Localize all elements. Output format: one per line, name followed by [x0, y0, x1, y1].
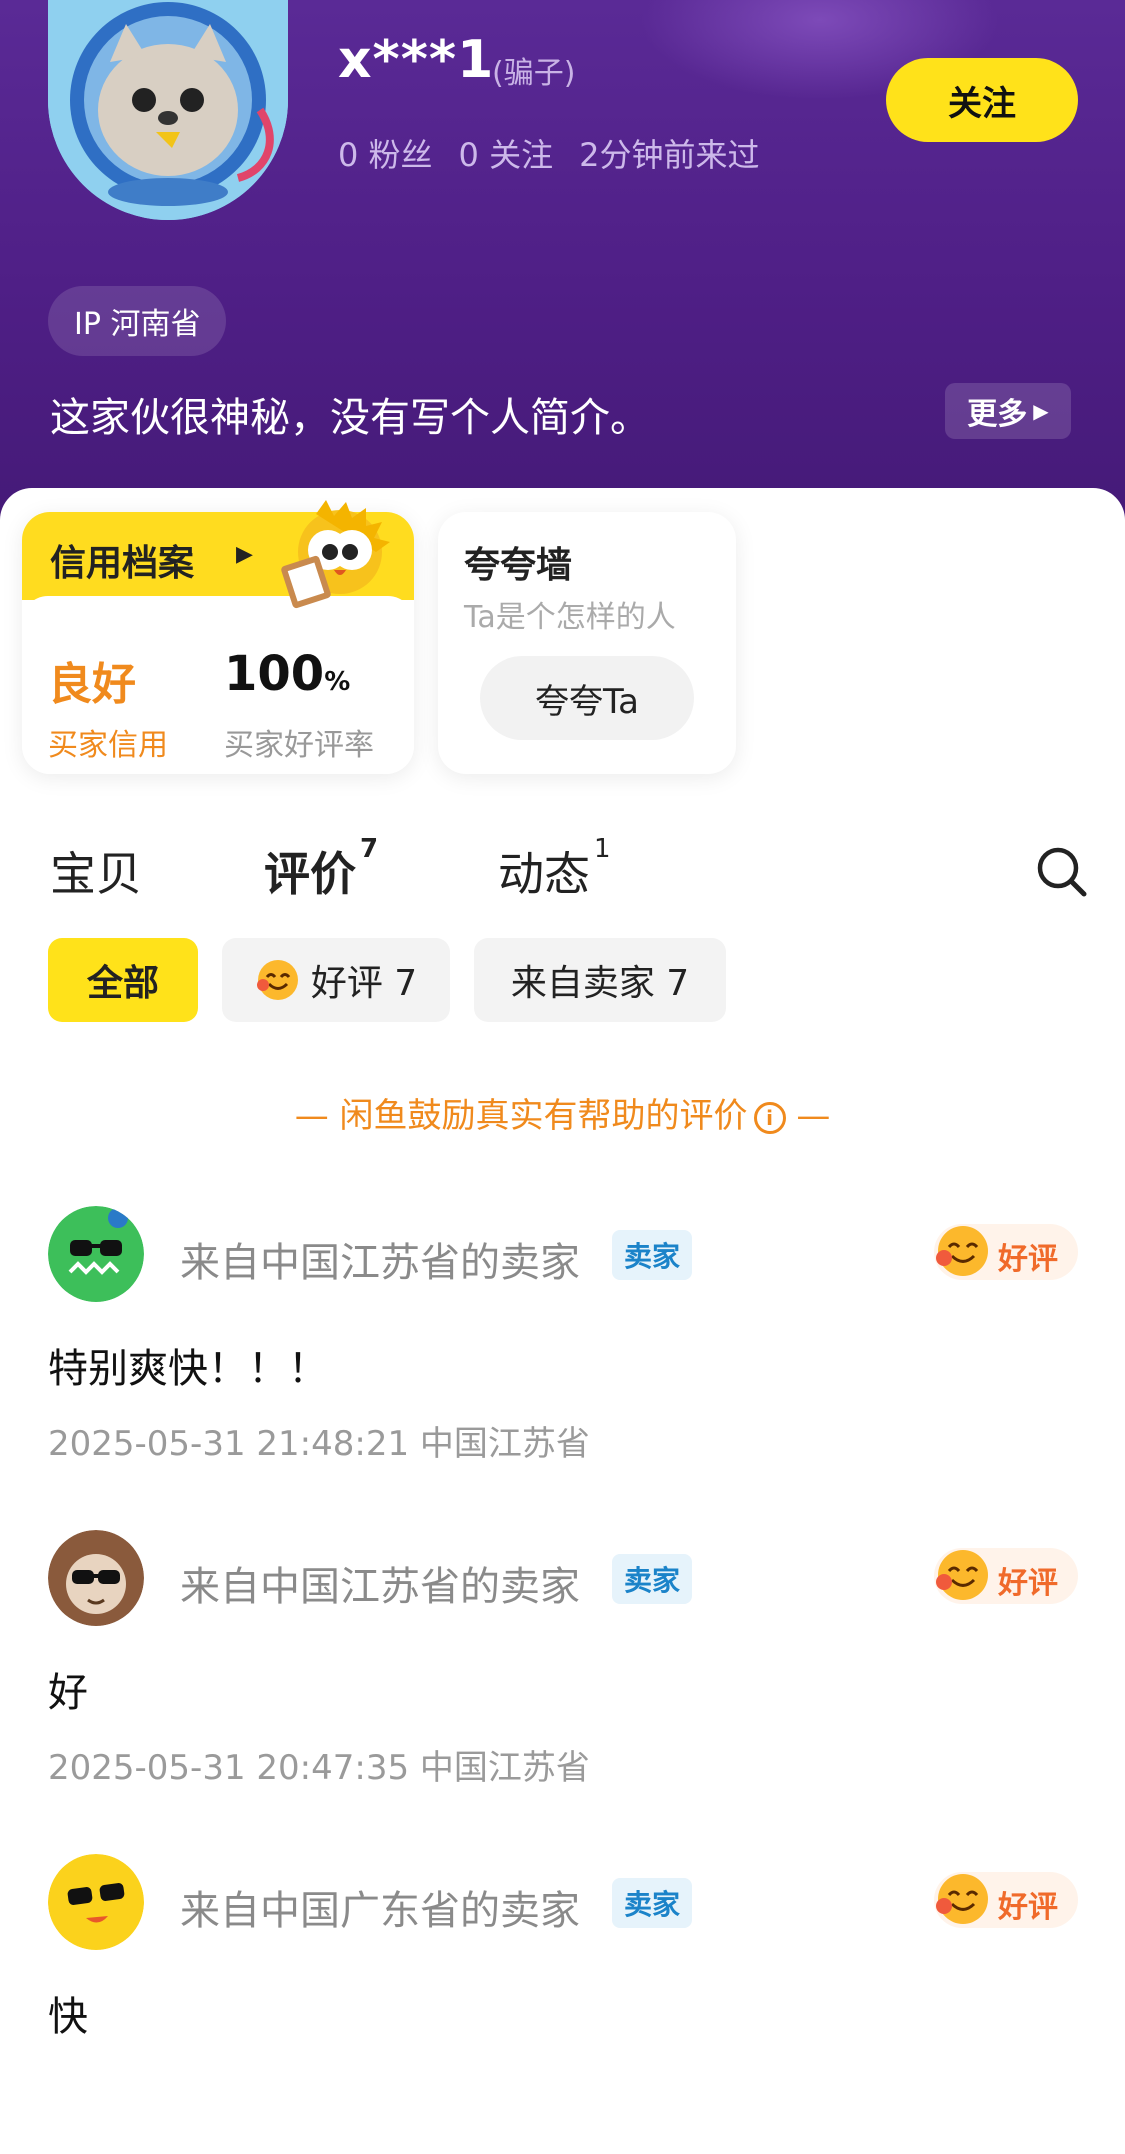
fans-count[interactable]: 0 粉丝 [338, 130, 433, 176]
rating-badge: 好评 [934, 1224, 1078, 1280]
review-notice: — 闲鱼鼓励真实有帮助的评价 i — [294, 1096, 831, 1136]
search-icon[interactable] [1034, 844, 1090, 900]
avatar[interactable] [48, 0, 288, 220]
filter-from-seller[interactable]: 来自卖家 7 [474, 938, 726, 1022]
credit-title: 信用档案 [50, 543, 195, 584]
smile-face-icon [936, 1226, 988, 1276]
review-meta: 2025-05-31 20:47:35 中国江苏省 [48, 1748, 590, 1788]
praise-subtitle: Ta是个怎样的人 [464, 600, 676, 635]
username-note: (骗子) [492, 56, 576, 91]
review-text: 特别爽快！！！ [48, 1346, 328, 1392]
profile-tabs: 宝贝 评价 7 动态 1 [0, 834, 1125, 918]
smile-face-icon [936, 1550, 988, 1600]
following-count[interactable]: 0 关注 [459, 130, 554, 176]
reviewer-avatar[interactable] [48, 1854, 144, 1950]
filter-positive[interactable]: 好评 7 [222, 938, 450, 1022]
positive-rate: 100% [224, 646, 351, 702]
rating-label: 好评 [998, 1890, 1058, 1925]
positive-rate-label: 买家好评率 [224, 728, 374, 763]
mascot-icon [281, 500, 390, 609]
last-seen: 2分钟前来过 [579, 136, 760, 174]
more-button[interactable]: 更多 ▶ [945, 383, 1071, 439]
review-text: 好 [48, 1670, 88, 1716]
more-label: 更多 [967, 397, 1028, 432]
reviewer-origin: 来自中国江苏省的卖家 [180, 1564, 580, 1610]
review-item: 来自中国广东省的卖家 卖家 好评 快 [0, 1854, 1125, 2154]
tab-moments[interactable]: 动态 1 [498, 834, 611, 904]
praise-title: 夸夸墙 [464, 545, 573, 586]
reviewer-avatar[interactable] [48, 1530, 144, 1626]
profile-stats: 0 粉丝 0 关注 2分钟前来过 [338, 130, 759, 176]
filter-all[interactable]: 全部 [48, 938, 198, 1022]
praise-wall-card: 夸夸墙 Ta是个怎样的人 夸夸Ta [438, 512, 736, 774]
credit-card-body: 良好 买家信用 100% 买家好评率 [22, 596, 414, 774]
review-text: 快 [48, 1994, 88, 2040]
credit-level-label: 买家信用 [48, 728, 168, 763]
rating-label: 好评 [998, 1242, 1058, 1277]
praise-button[interactable]: 夸夸Ta [480, 656, 694, 740]
caret-right-icon: ▶ [1033, 399, 1049, 423]
rating-label: 好评 [998, 1566, 1058, 1601]
reviewer-origin: 来自中国广东省的卖家 [180, 1888, 580, 1934]
follow-button[interactable]: 关注 [886, 58, 1078, 142]
reviewer-avatar[interactable] [48, 1206, 144, 1302]
caret-right-icon: ▶ [236, 542, 253, 567]
seller-badge: 卖家 [612, 1230, 693, 1280]
profile-bio: 这家伙很神秘，没有写个人简介。 [50, 395, 650, 441]
rating-badge: 好评 [934, 1872, 1078, 1928]
smile-face-icon [256, 960, 298, 1000]
tab-reviews[interactable]: 评价 7 [264, 834, 378, 904]
rating-badge: 好评 [934, 1548, 1078, 1604]
smile-face-icon [936, 1874, 988, 1924]
info-icon[interactable]: i [753, 1101, 786, 1134]
review-item: 来自中国江苏省的卖家 卖家 好评 好 2025-05-31 20:47:35 中… [0, 1530, 1125, 1830]
reviewer-origin: 来自中国江苏省的卖家 [180, 1240, 580, 1286]
credit-level: 良好 [48, 659, 136, 710]
review-meta: 2025-05-31 21:48:21 中国江苏省 [48, 1424, 590, 1464]
username: x***1 [338, 30, 495, 90]
seller-badge: 卖家 [612, 1554, 693, 1604]
ip-location-tag: IP 河南省 [48, 286, 227, 356]
review-item: 来自中国江苏省的卖家 卖家 好评 特别爽快！！！ 2025-05-31 21:4… [0, 1206, 1125, 1506]
tab-items[interactable]: 宝贝 [50, 838, 142, 904]
seller-badge: 卖家 [612, 1878, 693, 1928]
